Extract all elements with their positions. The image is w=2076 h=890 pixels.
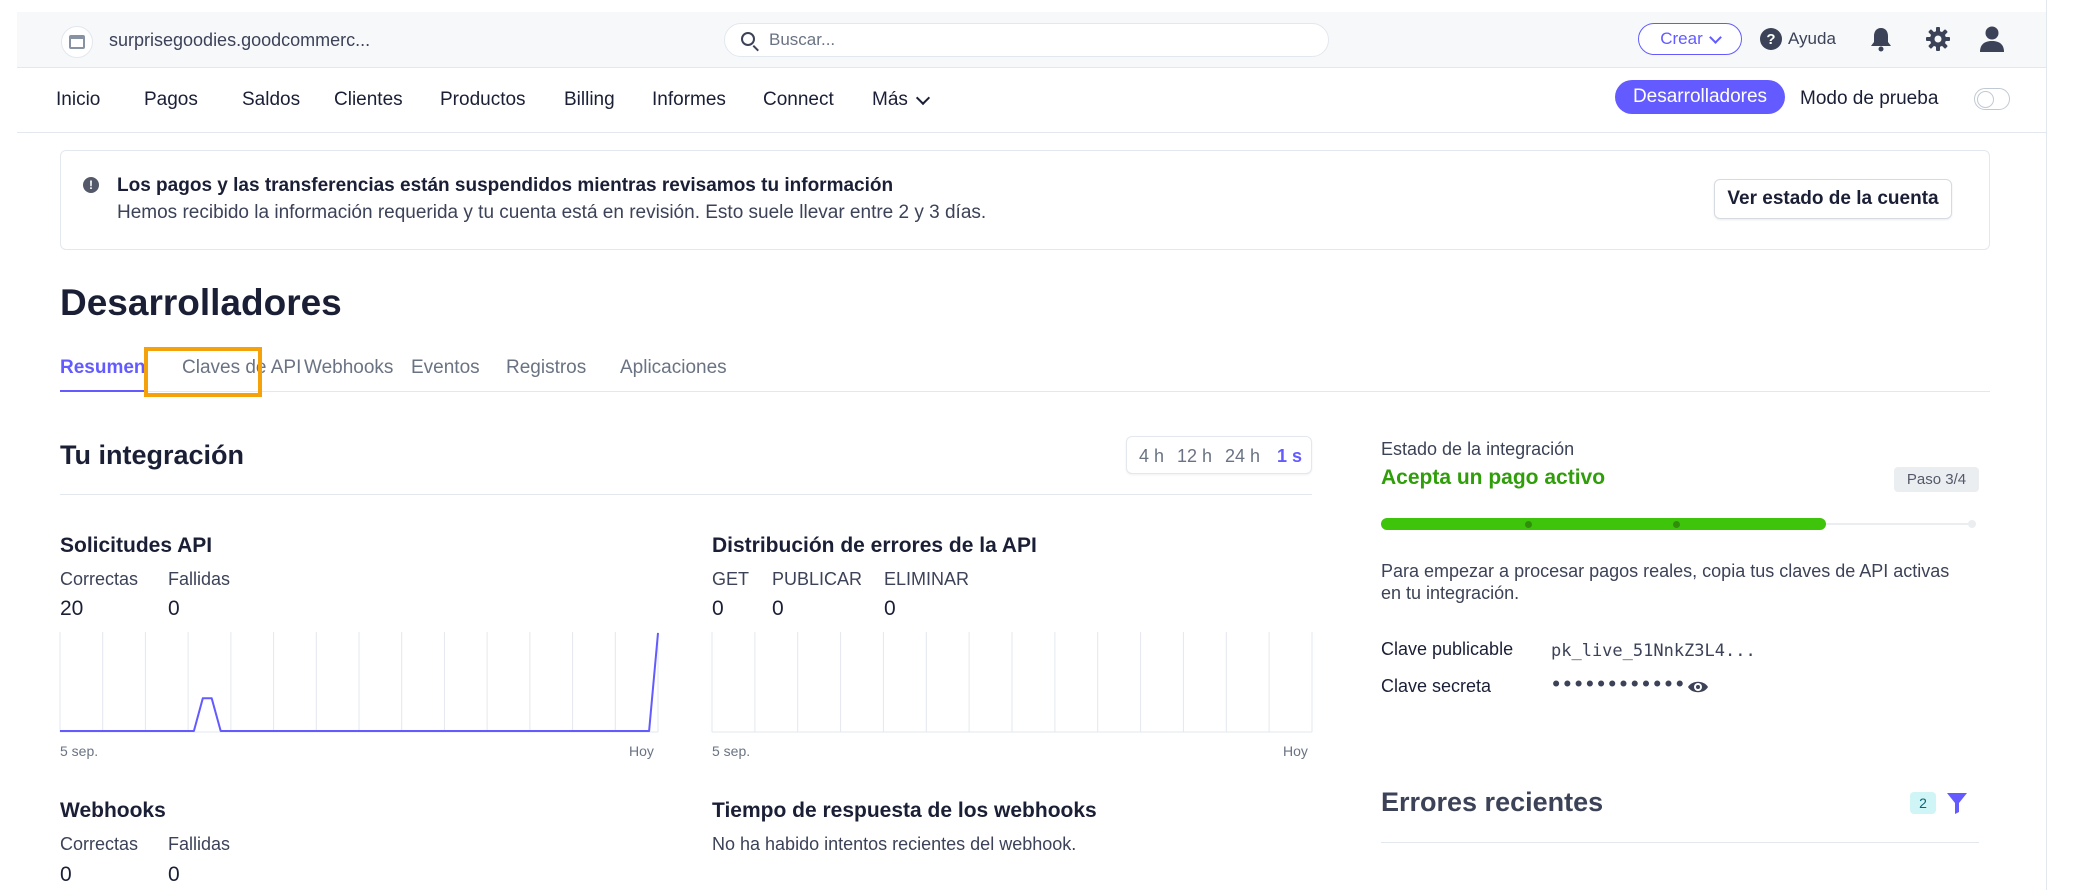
api-errors-x-start: 5 sep. bbox=[712, 743, 751, 759]
progress-end-dot bbox=[1968, 520, 1976, 528]
api-errors-delete-label: ELIMINAR bbox=[884, 569, 970, 589]
store-icon[interactable] bbox=[61, 26, 93, 58]
recent-errors-divider bbox=[1381, 842, 1979, 843]
api-requests-chart[interactable] bbox=[59, 632, 659, 733]
nav-item-saldos[interactable]: Saldos bbox=[242, 89, 300, 111]
nav-item-mas[interactable]: Más bbox=[872, 89, 930, 111]
time-range-selector: 4 h 12 h 24 h 1 s bbox=[1126, 436, 1312, 474]
tab-resumen[interactable]: Resumen bbox=[60, 357, 146, 379]
api-errors-post-value: 0 bbox=[772, 597, 784, 620]
api-errors-post-label: PUBLICAR bbox=[772, 569, 863, 589]
test-mode-label: Modo de prueba bbox=[1800, 88, 1939, 109]
api-errors-get-value: 0 bbox=[712, 597, 724, 620]
api-requests-x-end: Hoy bbox=[629, 743, 654, 759]
section-divider bbox=[60, 494, 1312, 495]
developer-tabs: Resumen Claves de API Webhooks Eventos R… bbox=[60, 342, 1990, 392]
page-title: Desarrolladores bbox=[60, 282, 342, 323]
api-requests-failed-value: 0 bbox=[168, 597, 180, 620]
integration-description: Para empezar a procesar pagos reales, co… bbox=[1381, 561, 1950, 603]
help-icon: ? bbox=[1760, 28, 1782, 50]
search-box[interactable] bbox=[724, 23, 1329, 57]
api-errors-title: Distribución de errores de la API bbox=[712, 534, 1037, 557]
create-button[interactable]: Crear bbox=[1638, 23, 1742, 55]
view-account-status-button[interactable]: Ver estado de la cuenta bbox=[1714, 179, 1952, 219]
filter-icon[interactable] bbox=[1946, 791, 1968, 815]
recent-errors-title: Errores recientes bbox=[1381, 787, 1604, 817]
dashboard-app: surprisegoodies.goodcommerc... Crear ? A… bbox=[17, 12, 2046, 890]
gear-icon[interactable] bbox=[1925, 26, 1951, 52]
eye-icon[interactable] bbox=[1687, 676, 1709, 698]
progress-step-dot bbox=[1525, 521, 1532, 528]
api-requests-failed-label: Fallidas bbox=[168, 569, 231, 589]
right-scroll-gutter[interactable] bbox=[2046, 0, 2076, 890]
create-button-label: Crear bbox=[1660, 29, 1703, 48]
search-input[interactable] bbox=[769, 29, 1309, 51]
secret-key-value[interactable]: •••••••••••• bbox=[1551, 675, 1686, 695]
nav-item-connect[interactable]: Connect bbox=[763, 89, 834, 111]
nav-item-pagos[interactable]: Pagos bbox=[144, 89, 198, 111]
banner-subtitle: Hemos recibido la información requerida … bbox=[117, 202, 987, 223]
publishable-key-label: Clave publicable bbox=[1381, 639, 1514, 659]
account-name[interactable]: surprisegoodies.goodcommerc... bbox=[109, 30, 370, 51]
integration-title: Tu integración bbox=[60, 440, 245, 470]
top-bar: surprisegoodies.goodcommerc... Crear ? A… bbox=[17, 12, 2046, 68]
api-requests-title: Solicitudes API bbox=[60, 534, 213, 557]
tab-registros[interactable]: Registros bbox=[506, 357, 586, 379]
user-icon[interactable] bbox=[1979, 25, 2005, 53]
step-badge: Paso 3/4 bbox=[1894, 467, 1979, 492]
webhook-response-title: Tiempo de respuesta de los webhooks bbox=[712, 799, 1097, 822]
range-12h[interactable]: 12 h bbox=[1177, 446, 1212, 467]
info-icon: ! bbox=[83, 177, 99, 193]
nav-item-productos[interactable]: Productos bbox=[440, 89, 526, 111]
webhooks-failed-value: 0 bbox=[168, 863, 180, 886]
api-errors-get-label: GET bbox=[712, 569, 750, 589]
webhook-response-message: No ha habido intentos recientes del webh… bbox=[712, 834, 1077, 854]
nav-item-clientes[interactable]: Clientes bbox=[334, 89, 403, 111]
banner-title: Los pagos y las transferencias están sus… bbox=[117, 175, 894, 196]
chevron-down-icon bbox=[915, 90, 930, 105]
test-mode-toggle[interactable] bbox=[1974, 88, 2010, 110]
tab-highlight-box bbox=[144, 347, 262, 397]
nav-item-informes[interactable]: Informes bbox=[652, 89, 726, 111]
tab-eventos[interactable]: Eventos bbox=[411, 357, 480, 379]
tab-webhooks[interactable]: Webhooks bbox=[304, 357, 393, 379]
recent-errors-count: 2 bbox=[1910, 792, 1936, 814]
integration-status-label: Estado de la integración bbox=[1381, 439, 1575, 459]
webhooks-success-value: 0 bbox=[60, 863, 72, 886]
help-label: Ayuda bbox=[1788, 29, 1836, 48]
integration-status-value: Acepta un pago activo bbox=[1381, 466, 1606, 489]
webhooks-success-label: Correctas bbox=[60, 834, 139, 854]
api-requests-success-label: Correctas bbox=[60, 569, 139, 589]
bell-icon[interactable] bbox=[1869, 26, 1893, 52]
api-errors-x-end: Hoy bbox=[1283, 743, 1308, 759]
developers-button[interactable]: Desarrolladores bbox=[1615, 80, 1785, 114]
tab-aplicaciones[interactable]: Aplicaciones bbox=[620, 357, 727, 379]
chevron-down-icon bbox=[1708, 30, 1722, 44]
range-1s[interactable]: 1 s bbox=[1277, 446, 1302, 467]
api-requests-x-start: 5 sep. bbox=[60, 743, 99, 759]
nav-item-billing[interactable]: Billing bbox=[564, 89, 615, 111]
nav-item-inicio[interactable]: Inicio bbox=[56, 89, 100, 111]
left-gutter bbox=[0, 0, 17, 890]
api-requests-success-value: 20 bbox=[60, 597, 84, 620]
webhooks-failed-label: Fallidas bbox=[168, 834, 231, 854]
progress-fill bbox=[1381, 518, 1826, 530]
secret-key-label: Clave secreta bbox=[1381, 676, 1492, 696]
main-nav: Inicio Pagos Saldos Clientes Productos B… bbox=[17, 69, 2046, 133]
account-review-banner: ! Los pagos y las transferencias están s… bbox=[60, 150, 1990, 250]
range-24h[interactable]: 24 h bbox=[1225, 446, 1260, 467]
help-button[interactable]: ? Ayuda bbox=[1760, 28, 1836, 50]
api-errors-delete-value: 0 bbox=[884, 597, 896, 620]
search-icon bbox=[741, 32, 755, 46]
active-tab-indicator bbox=[60, 390, 145, 392]
integration-progress bbox=[1381, 518, 1976, 530]
webhooks-title: Webhooks bbox=[60, 799, 166, 822]
progress-step-dot bbox=[1673, 521, 1680, 528]
nav-item-mas-label: Más bbox=[872, 89, 908, 110]
publishable-key-value[interactable]: pk_live_51NnkZ3L4... bbox=[1551, 641, 1756, 661]
api-errors-chart[interactable] bbox=[711, 632, 1313, 733]
range-4h[interactable]: 4 h bbox=[1139, 446, 1164, 467]
